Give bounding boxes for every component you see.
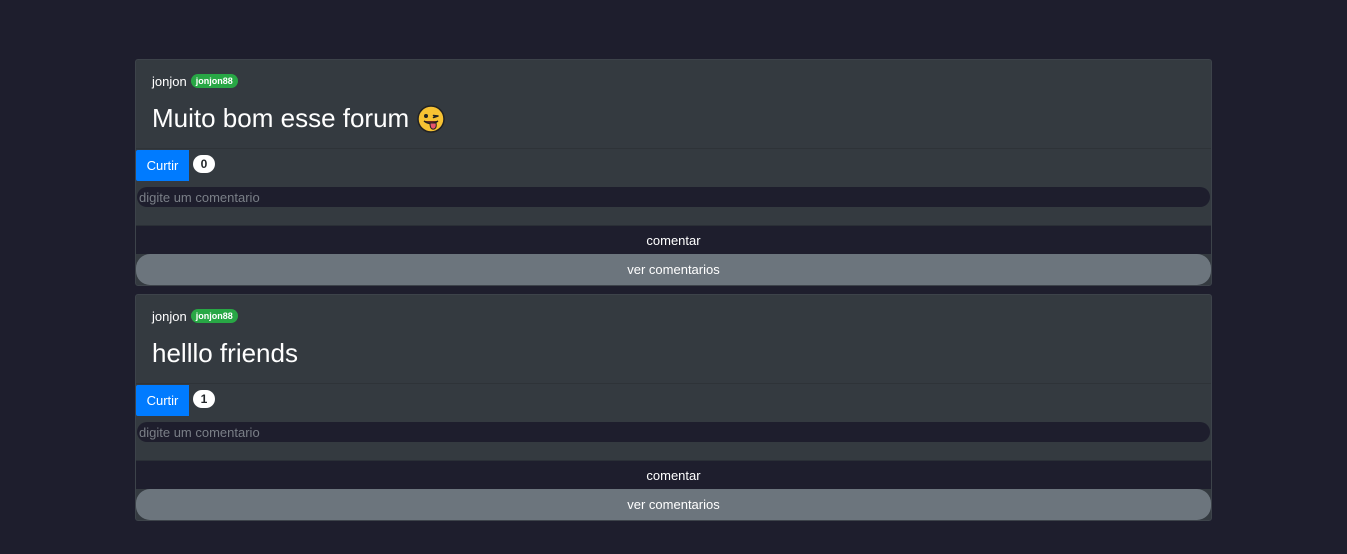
like-count-badge: 0 [193,155,215,173]
like-row: Curtir 0 [136,149,1211,181]
comment-button[interactable]: comentar [136,225,1211,254]
post-card: jonjon jonjon88 Muito bom esse forum Cur… [135,59,1212,286]
view-comments-button[interactable]: ver comentarios [136,254,1211,285]
like-button[interactable]: Curtir [136,149,189,181]
like-count-badge: 1 [193,390,215,408]
post-feed: jonjon jonjon88 Muito bom esse forum Cur… [135,59,1212,529]
author-line: jonjon jonjon88 [152,73,1195,89]
author-line: jonjon jonjon88 [152,308,1195,324]
post-text: helllo friends [152,338,298,368]
like-button[interactable]: Curtir [136,384,189,416]
like-row: Curtir 1 [136,384,1211,416]
author-name: jonjon [152,308,187,324]
username-badge: jonjon88 [190,74,238,88]
post-card: jonjon jonjon88 helllo friends Curtir 1 … [135,294,1212,521]
post-header: jonjon jonjon88 helllo friends [136,295,1211,384]
comment-input[interactable] [137,422,1210,442]
post-text-row: helllo friends [152,338,1195,369]
view-comments-button[interactable]: ver comentarios [136,489,1211,520]
author-name: jonjon [152,73,187,89]
post-header: jonjon jonjon88 Muito bom esse forum [136,60,1211,149]
comment-input[interactable] [137,187,1210,207]
comment-button[interactable]: comentar [136,460,1211,489]
winking-tongue-emoji-icon [417,104,445,133]
post-text-row: Muito bom esse forum [152,103,1195,134]
post-text: Muito bom esse forum [152,103,410,133]
username-badge: jonjon88 [190,309,238,323]
